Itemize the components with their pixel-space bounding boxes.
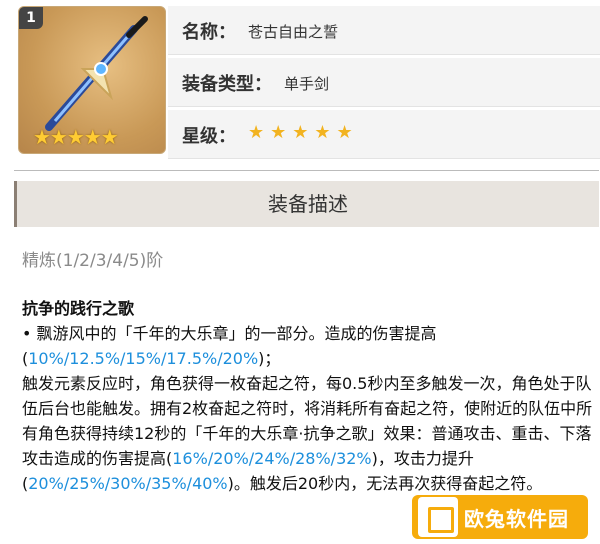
star-row: 星级： ★★★★★ [168, 110, 600, 159]
passive-title: 抗争的践行之歌 [22, 299, 135, 318]
watermark-text: 欧兔软件园 [464, 506, 569, 531]
name-label: 名称： [182, 22, 236, 43]
image-stars: ★★★★★ [33, 125, 119, 149]
description: 抗争的践行之歌 • 飘游风中的「千年的大乐章」的一部分。造成的伤害提高(10%/… [22, 296, 597, 496]
watermark-logo-icon [418, 497, 458, 537]
passive-line-2: 触发元素反应时，角色获得一枚奋起之符，每0.5秒内至多触发一次，角色处于队伍后台… [22, 374, 593, 493]
type-row: 装备类型： 单手剑 [168, 58, 600, 107]
refinement-text: 精炼(1/2/3/4/5)阶 [22, 251, 164, 271]
watermark: 欧兔软件园 [412, 495, 588, 539]
star-rating: ★★★★★ [248, 122, 359, 143]
type-value: 单手剑 [284, 75, 330, 93]
name-row: 名称： 苍古自由之誓 [168, 6, 600, 55]
passive-line-1: • 飘游风中的「千年的大乐章」的一部分。造成的伤害提高(10%/12.5%/15… [22, 324, 437, 368]
divider [14, 170, 599, 171]
star-label: 星级： [182, 126, 236, 147]
type-label: 装备类型： [182, 74, 272, 95]
weapon-image: 1 ★★★★★ [18, 6, 166, 154]
section-header: 装备描述 [14, 181, 599, 227]
name-value: 苍古自由之誓 [248, 23, 339, 41]
